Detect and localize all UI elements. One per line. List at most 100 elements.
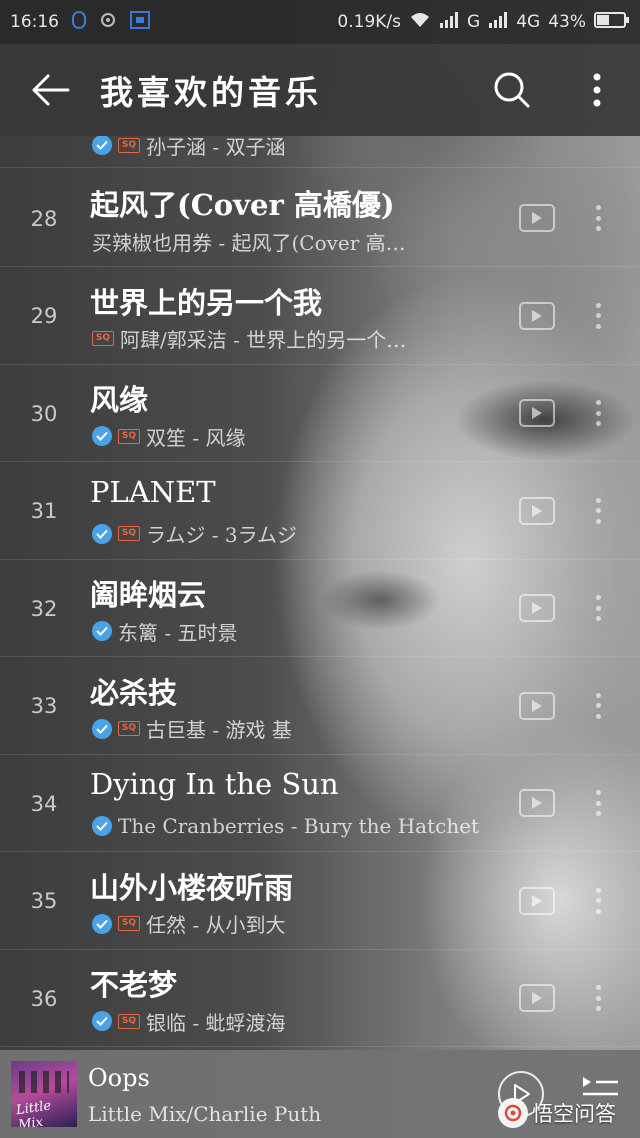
song-subtitle-row: SQ 任然 - 从小到大 <box>92 911 502 937</box>
search-button[interactable] <box>477 44 547 136</box>
song-row[interactable]: 30 风缘 SQ 双笙 - 风缘 <box>0 365 640 462</box>
mv-play-button[interactable] <box>519 204 555 232</box>
song-artist-album: 买辣椒也用券 - 起风了(Cover 高… <box>92 230 406 255</box>
sq-quality-badge: SQ <box>118 1013 140 1029</box>
more-options-button[interactable] <box>562 44 632 136</box>
video-play-icon <box>532 992 542 1004</box>
song-subtitle-row: SQ 古巨基 - 游戏 基 <box>92 716 502 742</box>
video-play-icon <box>532 699 542 712</box>
song-index: 32 <box>30 596 58 621</box>
app-header: 我喜欢的音乐 <box>0 44 640 136</box>
song-more-button[interactable] <box>586 493 610 529</box>
song-artist-album: 阿肆/郭采洁 - 世界上的另一个… <box>120 328 407 352</box>
song-more-button[interactable] <box>586 200 610 236</box>
song-subtitle-row: 东篱 - 五时景 <box>92 618 502 644</box>
more-vertical-icon <box>593 73 601 107</box>
page-title: 我喜欢的音乐 <box>100 73 322 112</box>
video-play-icon <box>532 504 542 517</box>
album-art-text: Little Mix <box>15 1098 53 1127</box>
song-row[interactable]: 35 山外小楼夜听雨 SQ 任然 - 从小到大 <box>0 853 640 950</box>
search-icon <box>494 72 530 108</box>
clock: 16:16 <box>10 12 59 32</box>
now-playing-artist: Little Mix/Charlie Puth <box>88 1102 322 1126</box>
song-index: 29 <box>30 304 58 328</box>
song-title: 风缘 <box>90 383 149 417</box>
song-title: 起风了(Cover 高橋優) <box>90 188 395 222</box>
song-row[interactable]: SQ 孙子涵 - 双子涵 <box>0 136 640 168</box>
sq-quality-badge: SQ <box>92 331 114 346</box>
song-more-button[interactable] <box>586 980 610 1016</box>
mv-play-button[interactable] <box>519 399 555 427</box>
mv-play-button[interactable] <box>519 984 555 1012</box>
song-artist-album: 古巨基 - 游戏 基 <box>146 718 292 742</box>
back-button[interactable] <box>0 44 100 136</box>
screenshot-icon <box>129 10 151 35</box>
verified-icon <box>92 621 112 641</box>
song-index: 35 <box>30 889 58 913</box>
song-row[interactable]: 29 世界上的另一个我 SQ 阿肆/郭采洁 - 世界上的另一个… <box>0 268 640 365</box>
song-index: 28 <box>30 206 58 231</box>
arrow-left-icon <box>32 74 70 106</box>
song-row[interactable]: 34 Dying In the Sun The Cranberries - Bury… <box>0 755 640 852</box>
mv-play-button[interactable] <box>519 301 555 330</box>
status-bar: 16:16 0.19K/s G 4G 43% <box>0 0 640 44</box>
song-row[interactable]: 36 不老梦 SQ 银临 - 蚍蜉渡海 <box>0 950 640 1047</box>
song-subtitle-row: SQ 双笙 - 风缘 <box>92 423 502 449</box>
watermark-text: 悟空问答 <box>532 1102 616 1126</box>
song-more-button[interactable] <box>586 688 610 724</box>
song-subtitle-row: SQ 银临 - 蚍蜉渡海 <box>92 1008 502 1034</box>
song-subtitle-row: SQ 孙子涵 - 双子涵 <box>92 136 502 158</box>
album-art[interactable]: Little Mix <box>11 1061 77 1127</box>
video-play-icon <box>532 797 542 809</box>
song-row[interactable]: 28 起风了(Cover 高橋優) 买辣椒也用券 - 起风了(Cover 高… <box>0 170 640 267</box>
wifi-icon <box>409 11 431 34</box>
song-artist-album: 双笙 - 风缘 <box>146 425 246 450</box>
song-subtitle-row: The Cranberries - Bury the Hatchet <box>92 813 502 839</box>
sq-quality-badge: SQ <box>118 137 140 153</box>
wukong-logo-icon <box>498 1098 528 1128</box>
sim2-network: 4G <box>516 12 541 32</box>
verified-icon <box>92 1011 112 1031</box>
song-index: 36 <box>30 986 58 1011</box>
song-artist-album: ラムジ - 3ラムジ <box>146 523 297 547</box>
mv-play-button[interactable] <box>519 594 555 622</box>
song-list[interactable]: SQ 孙子涵 - 双子涵 28 起风了(Cover 高橋優) 买辣椒也用券 - 起风… <box>0 136 640 1050</box>
sq-quality-badge: SQ <box>118 428 140 444</box>
battery-icon <box>594 11 630 34</box>
sim1-network: G <box>467 12 481 32</box>
mv-play-button[interactable] <box>519 496 555 525</box>
song-subtitle-row: SQ 阿肆/郭采洁 - 世界上的另一个… <box>92 326 502 352</box>
song-title: Dying In the Sun <box>90 767 339 801</box>
song-index: 33 <box>30 694 58 718</box>
song-more-button[interactable] <box>586 298 610 334</box>
song-more-button[interactable] <box>586 785 610 821</box>
mv-play-button[interactable] <box>519 789 555 817</box>
signal-icon <box>439 11 459 34</box>
app-notification-icon <box>99 11 117 34</box>
song-artist-album: 孙子涵 - 双子涵 <box>146 136 286 158</box>
now-playing-title: Oops <box>88 1064 150 1092</box>
song-artist-album: 任然 - 从小到大 <box>146 913 286 937</box>
verified-icon <box>92 136 112 155</box>
song-more-button[interactable] <box>586 395 610 431</box>
sq-quality-badge: SQ <box>118 721 140 736</box>
mv-play-button[interactable] <box>519 691 555 720</box>
video-play-icon <box>532 602 542 614</box>
verified-icon <box>92 816 112 836</box>
song-row[interactable]: 32 阖眸烟云东篱 - 五时景 <box>0 560 640 657</box>
verified-icon <box>92 426 112 446</box>
song-title: 山外小楼夜听雨 <box>90 870 294 905</box>
mv-play-button[interactable] <box>519 886 555 915</box>
battery-percent: 43% <box>548 12 586 32</box>
song-more-button[interactable] <box>586 883 610 919</box>
song-subtitle-row: SQ ラムジ - 3ラムジ <box>92 521 502 547</box>
song-title: 阖眸烟云 <box>90 578 207 612</box>
network-speed: 0.19K/s <box>337 12 402 32</box>
video-play-icon <box>532 894 542 907</box>
song-more-button[interactable] <box>586 590 610 626</box>
song-row[interactable]: 31 PLANET SQ ラムジ - 3ラムジ <box>0 463 640 560</box>
song-title: 世界上的另一个我 <box>90 285 323 320</box>
verified-icon <box>92 718 112 739</box>
song-row[interactable]: 33 必杀技 SQ 古巨基 - 游戏 基 <box>0 658 640 755</box>
song-title: PLANET <box>90 474 216 509</box>
